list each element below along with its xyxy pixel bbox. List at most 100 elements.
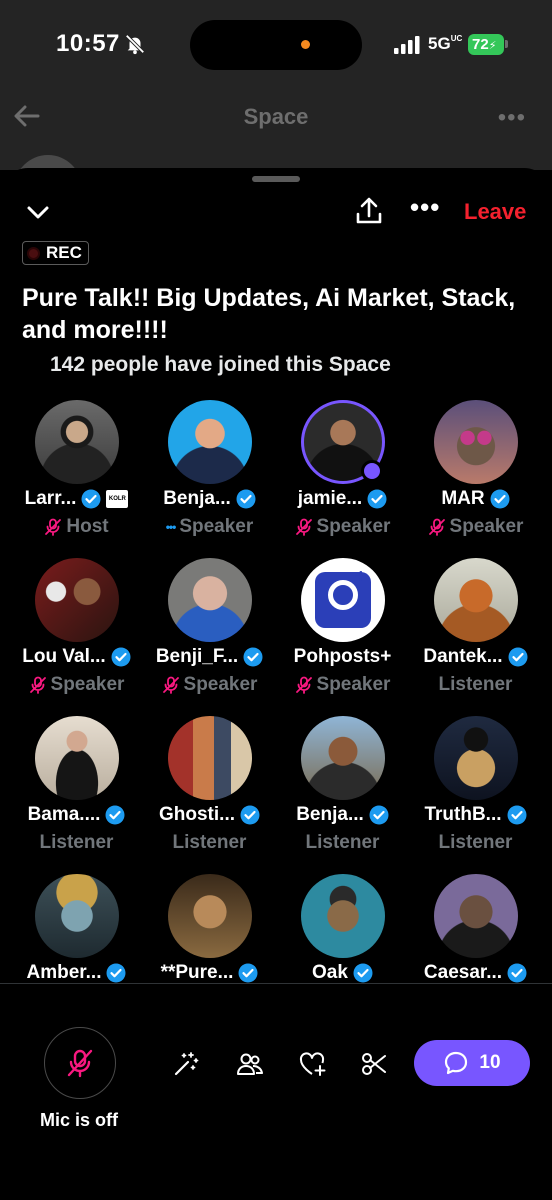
participant-role: Listener [438,832,513,853]
mic-off-icon [29,676,46,694]
recording-label: REC [46,243,82,262]
participant-role: Listener [39,832,114,853]
participant-tile[interactable]: **Pure... [143,874,276,1031]
participant-role: Speaker [316,674,391,695]
avatar [35,400,119,484]
participant-tile[interactable]: Benji_F... Speaker [143,558,276,715]
battery-tip [505,40,508,48]
verified-badge-icon [236,489,256,509]
avatar [35,558,119,642]
speaking-indicator-icon: ••• [165,520,177,534]
leave-button[interactable]: Leave [464,199,526,225]
avatar [35,716,119,800]
mic-off-icon [45,518,62,536]
verified-badge-icon [508,647,528,667]
controls-divider [0,983,552,984]
verified-badge-icon [369,805,389,825]
participant-role: Speaker [316,516,391,537]
mic-off-icon [295,676,312,694]
participant-tile[interactable]: Ghosti... Listener [143,716,276,873]
avatar [434,874,518,958]
space-sheet: ••• Leave REC Pure Talk!! Big Updates, A… [0,168,552,1200]
recording-badge: REC [22,241,89,265]
avatar [168,874,252,958]
verified-badge-icon [111,647,131,667]
participant-tile[interactable]: Benja... Listener [276,716,409,873]
participant-tile[interactable]: + Pohposts+ Speaker [276,558,409,715]
participant-name: Caesar... [423,962,503,983]
participant-role: Speaker [183,674,258,695]
avatar [35,874,119,958]
verified-badge-icon [507,805,527,825]
participant-role: Speaker [179,516,254,537]
participant-tile[interactable]: Bama.... Listener [10,716,143,873]
more-options-icon[interactable]: ••• [410,192,440,223]
verified-badge-icon [367,489,387,509]
participant-tile[interactable]: Larr... KOLR Host [10,400,143,557]
participant-name: Benja... [296,804,364,825]
dynamic-island [190,20,362,70]
participants-grid: Larr... KOLR Host Benja... ••• Speaker j… [10,400,542,1031]
participant-tile[interactable]: TruthB... Listener [409,716,542,873]
battery-indicator: 72⚡ [468,34,504,55]
verified-badge-icon [106,963,126,983]
magic-wand-icon[interactable] [172,1050,200,1078]
participant-tile[interactable]: MAR Speaker [409,400,542,557]
participant-name: Ghosti... [159,804,235,825]
people-icon[interactable] [236,1050,264,1078]
comments-button[interactable]: 10 [414,1040,530,1086]
mic-toggle-button[interactable] [44,1027,116,1099]
chevron-down-icon[interactable] [24,200,52,224]
avatar [168,716,252,800]
avatar [301,716,385,800]
cohost-badge-icon [361,460,383,482]
verified-badge-icon [243,647,263,667]
verified-badge-icon [507,963,527,983]
participant-tile[interactable]: Amber... [10,874,143,1031]
underlying-more-icon[interactable]: ••• [498,104,526,132]
bell-off-icon [125,34,145,55]
participant-tile[interactable]: Oak [276,874,409,1031]
verified-badge-icon [81,489,101,509]
verified-badge-icon [353,963,373,983]
participant-name: Bama.... [27,804,101,825]
participant-name: Pohposts+ [293,646,392,667]
verified-badge-icon [490,489,510,509]
avatar [168,400,252,484]
space-title: Pure Talk!! Big Updates, Ai Market, Stac… [22,284,516,344]
participant-tile[interactable]: jamie... Speaker [276,400,409,557]
verified-badge-icon [105,805,125,825]
mic-off-icon [428,518,445,536]
verified-badge-icon [238,963,258,983]
participant-role: Speaker [449,516,524,537]
mic-off-icon [295,518,312,536]
chat-bubble-icon [445,1051,468,1075]
avatar [434,558,518,642]
participant-tile[interactable]: Caesar... [409,874,542,1031]
sheet-grabber[interactable] [252,176,300,182]
scissors-icon[interactable] [360,1050,388,1078]
heart-plus-icon[interactable] [298,1050,326,1078]
participant-role: Host [66,516,109,537]
cellular-signal-icon [394,36,420,54]
participant-tile[interactable]: Benja... ••• Speaker [143,400,276,557]
avatar: + [301,558,385,642]
mic-status-label: Mic is off [40,1110,119,1130]
participant-name: TruthB... [424,804,502,825]
participant-tile[interactable]: Lou Val... Speaker [10,558,143,715]
participant-name: **Pure... [160,962,234,983]
participant-tile[interactable]: Dantek... Listener [409,558,542,715]
participant-name: Oak [312,962,348,983]
avatar [434,400,518,484]
comments-count: 10 [479,1052,501,1073]
network-type: 5GUC [428,34,463,53]
record-dot-icon [27,246,40,260]
avatar [434,716,518,800]
share-icon[interactable] [354,196,384,226]
participant-name: Larr... [24,488,77,509]
participant-name: Benja... [163,488,231,509]
affiliation-badge-icon: KOLR [106,490,129,508]
avatar [168,558,252,642]
status-time: 10:57 [56,30,120,57]
participant-name: Dantek... [423,646,503,667]
